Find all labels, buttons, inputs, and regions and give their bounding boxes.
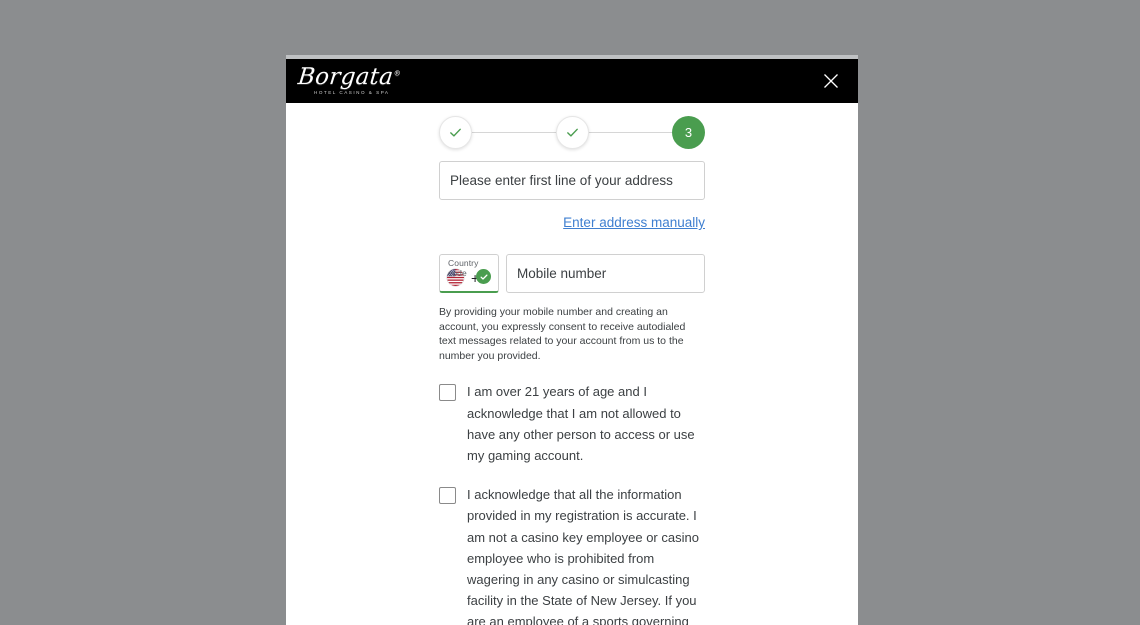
modal-header: Borgata® HOTEL CASINO & SPA	[286, 59, 858, 103]
agreement-row-registration: I acknowledge that all the information p…	[439, 484, 705, 625]
age-acknowledgement-checkbox[interactable]	[439, 384, 456, 402]
close-icon	[824, 74, 838, 88]
mobile-number-input[interactable]	[506, 254, 705, 293]
close-button[interactable]	[818, 68, 844, 94]
agreement-row-age: I am over 21 years of age and I acknowle…	[439, 381, 705, 466]
phone-row: Country code Mobile number	[439, 254, 705, 293]
registration-accuracy-checkbox[interactable]	[439, 487, 456, 505]
step-3-label: 3	[684, 124, 693, 140]
registration-accuracy-text-before: I acknowledge that all the information p…	[467, 487, 699, 625]
form-content: Enter address manually Country code	[439, 161, 705, 625]
borgata-logo: Borgata® HOTEL CASINO & SPA	[296, 64, 402, 96]
manual-address-row: Enter address manually	[439, 214, 705, 232]
step-2-complete	[555, 115, 589, 149]
modal-body: 3 Enter address manually Country code	[286, 103, 858, 625]
progress-stepper: 3	[439, 103, 705, 161]
check-icon	[566, 128, 578, 137]
step-3-current: 3	[672, 115, 705, 149]
step-1-complete	[439, 115, 472, 149]
check-circle-icon	[476, 269, 491, 284]
brand-tagline: HOTEL CASINO & SPA	[314, 90, 390, 96]
brand-wordmark: Borgata®	[296, 64, 402, 91]
enter-address-manually-link[interactable]: Enter address manually	[563, 215, 705, 230]
registration-accuracy-label: I acknowledge that all the information p…	[467, 484, 705, 625]
check-icon	[450, 128, 461, 137]
stepper-connector-1	[472, 131, 556, 133]
brand-wordmark-text: Borgata	[296, 64, 395, 91]
registered-mark: ®	[393, 69, 402, 78]
age-acknowledgement-label: I am over 21 years of age and I acknowle…	[467, 384, 695, 463]
page-root: Borgata® HOTEL CASINO & SPA 3 Please ent…	[0, 0, 1140, 625]
address-line1-input[interactable]	[439, 161, 705, 200]
stepper-connector-2	[588, 131, 672, 133]
registration-modal: Borgata® HOTEL CASINO & SPA 3 Please ent…	[286, 55, 858, 625]
country-code-selector[interactable]: Country code	[439, 254, 499, 293]
sms-consent-text: By providing your mobile number and crea…	[439, 306, 686, 362]
